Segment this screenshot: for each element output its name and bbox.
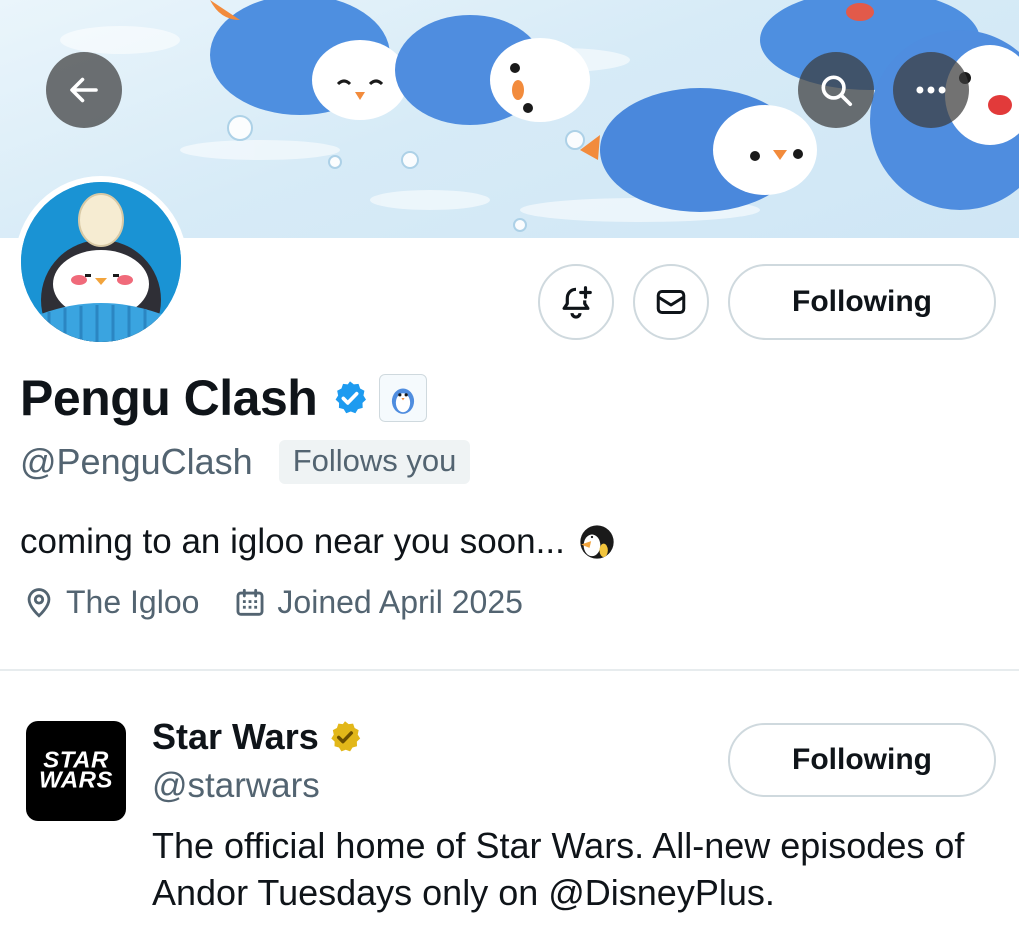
bell-plus-icon xyxy=(562,286,592,319)
notifications-button[interactable] xyxy=(538,264,614,340)
profile-meta: The Igloo Joined April 2025 xyxy=(22,584,523,621)
starwars-avatar[interactable]: STAR WARS xyxy=(26,721,126,821)
profile-display-name: Pengu Clash xyxy=(20,370,318,426)
following-button[interactable]: Following xyxy=(728,264,996,340)
profile-bio: coming to an igloo near you soon... xyxy=(20,522,617,562)
handle-row: @PenguClash Follows you xyxy=(20,440,471,484)
mail-icon xyxy=(656,290,686,314)
profile-name-row: Pengu Clash xyxy=(20,366,428,430)
location-pin-icon xyxy=(27,587,51,618)
message-button[interactable] xyxy=(633,264,709,340)
starwars-name-row[interactable]: Star Wars xyxy=(152,716,363,758)
profile-avatar[interactable] xyxy=(15,176,187,348)
section-divider xyxy=(0,669,1019,671)
location-text: The Igloo xyxy=(66,584,200,620)
starwars-display-name[interactable]: Star Wars xyxy=(152,716,319,758)
follows-you-badge: Follows you xyxy=(278,440,471,484)
penguin-emoji-icon xyxy=(577,522,617,562)
profile-bio-text: coming to an igloo near you soon... xyxy=(20,522,565,561)
starwars-following-button[interactable]: Following xyxy=(728,723,996,797)
search-button[interactable] xyxy=(798,52,874,128)
back-button[interactable] xyxy=(46,52,122,128)
calendar-icon xyxy=(236,588,264,616)
penguin-affiliate-icon[interactable] xyxy=(379,374,428,422)
profile-handle: @PenguClash xyxy=(20,441,253,482)
arrow-left-icon xyxy=(70,77,98,103)
location-item: The Igloo xyxy=(22,584,199,621)
starwars-logo-line2: WARS xyxy=(39,767,113,794)
more-horizontal-icon xyxy=(916,86,946,94)
joined-text: Joined April 2025 xyxy=(277,584,523,620)
penguin-avatar-image xyxy=(21,182,181,342)
joined-item: Joined April 2025 xyxy=(233,584,523,621)
verified-blue-icon[interactable] xyxy=(331,379,369,417)
more-options-button[interactable] xyxy=(893,52,969,128)
starwars-handle[interactable]: @starwars xyxy=(152,766,320,806)
starwars-bio: The official home of Star Wars. All-new … xyxy=(152,825,965,913)
search-icon xyxy=(821,75,853,107)
verified-gold-icon[interactable] xyxy=(327,719,363,755)
